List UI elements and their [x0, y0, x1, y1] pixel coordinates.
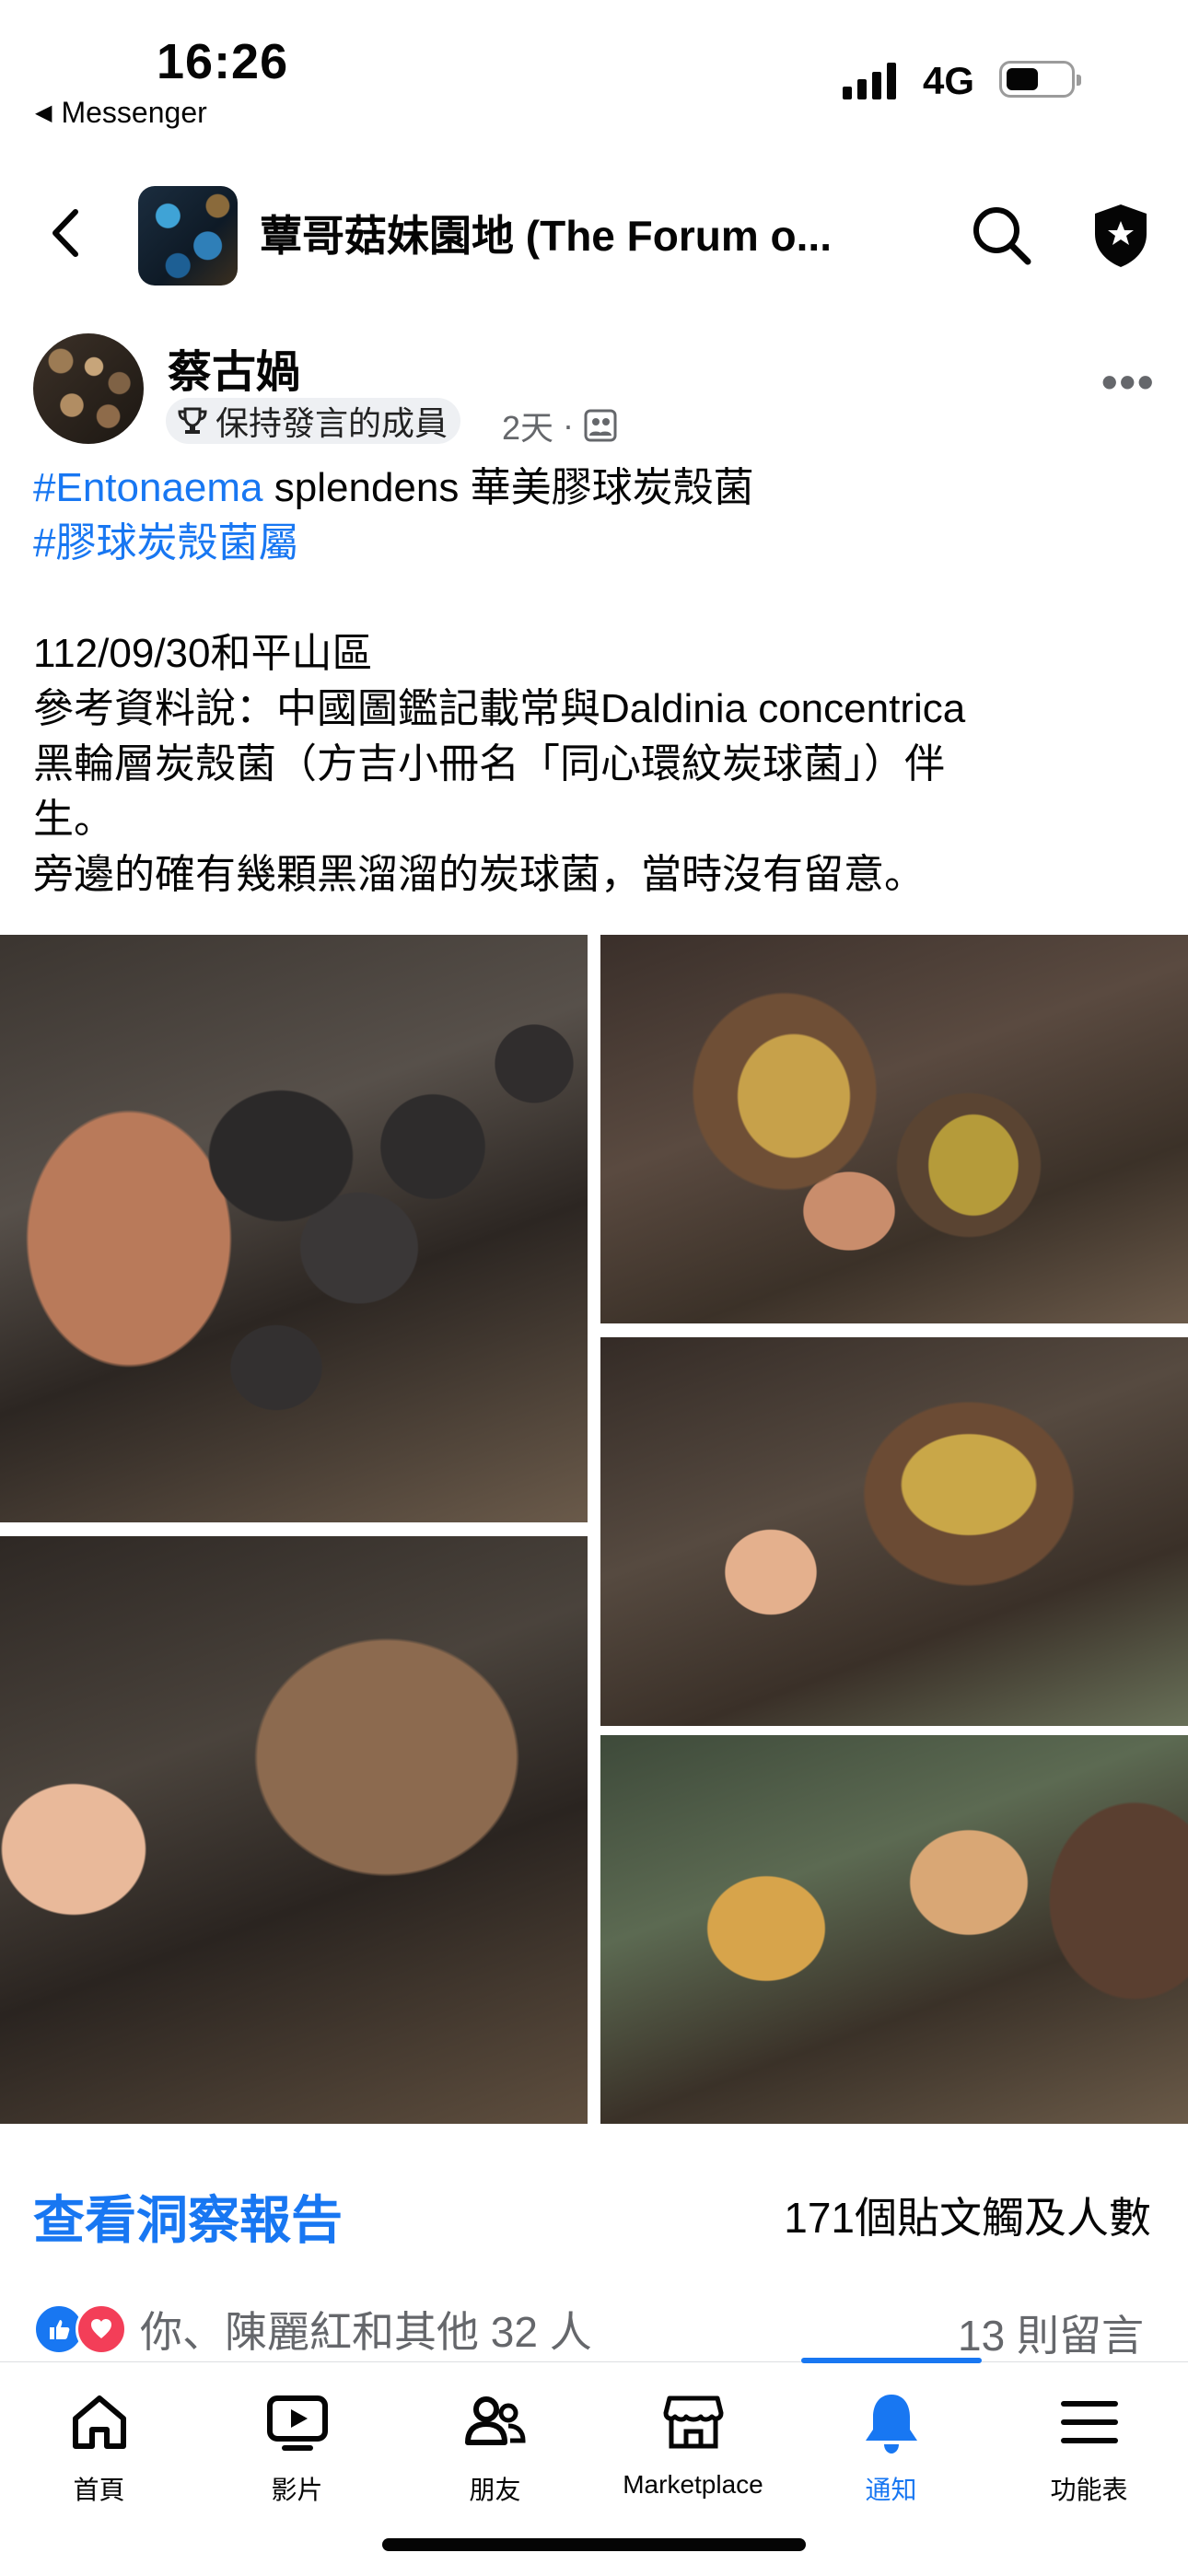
- more-options-button[interactable]: •••: [1101, 356, 1156, 409]
- post-photo[interactable]: [600, 1735, 1188, 2124]
- back-to-app-link[interactable]: ◀ Messenger: [35, 96, 207, 130]
- active-tab-indicator: [801, 2358, 982, 2363]
- member-badge[interactable]: 保持發言的成員: [166, 398, 461, 444]
- group-avatar[interactable]: [138, 186, 238, 286]
- post-line-reference-3: 生。: [33, 797, 114, 842]
- post-body: #Entonaema splendens 華美膠球炭殼菌 #膠球炭殼菌屬 112…: [33, 460, 1157, 903]
- friends-icon: [459, 2385, 532, 2459]
- search-button[interactable]: [967, 201, 1035, 269]
- reactions-summary[interactable]: 你、陳麗紅和其他 32 人: [33, 2299, 592, 2360]
- hashtag-link[interactable]: #膠球炭殼菌屬: [33, 520, 298, 565]
- post-meta: 2天 ·: [502, 402, 618, 449]
- tab-menu[interactable]: 功能表: [990, 2385, 1188, 2507]
- author-name[interactable]: 蔡古媧: [168, 335, 300, 400]
- tab-label: Marketplace: [623, 2470, 763, 2499]
- battery-icon: [999, 61, 1081, 98]
- group-title[interactable]: 蕈哥菇妹園地 (The Forum o...: [260, 203, 904, 263]
- tab-label: 通知: [865, 2476, 917, 2504]
- view-insights-link[interactable]: 查看洞察報告: [33, 2179, 343, 2254]
- shield-star-icon: [1095, 204, 1147, 267]
- post-line-note: 旁邊的確有幾顆黑溜溜的炭球菌，當時沒有留意。: [33, 852, 925, 897]
- badge-label: 保持發言的成員: [215, 404, 448, 442]
- home-icon: [63, 2385, 136, 2459]
- tab-home[interactable]: 首頁: [0, 2385, 198, 2507]
- tab-label: 首頁: [73, 2476, 125, 2504]
- menu-icon: [1053, 2385, 1126, 2459]
- back-triangle-icon: ◀: [35, 100, 52, 125]
- post-photo[interactable]: [0, 935, 588, 1522]
- post-reach-count: 171個貼文觸及人數: [784, 2194, 1151, 2242]
- post-photo[interactable]: [600, 1337, 1188, 1726]
- tab-label: 影片: [271, 2476, 323, 2504]
- post-photo[interactable]: [0, 1536, 588, 2124]
- status-time: 16:26: [157, 34, 289, 89]
- post-line-date: 112/09/30和平山區: [33, 631, 373, 676]
- post-line-reference-2: 黑輪層炭殼菌（方吉小冊名「同心環紋炭球菌」）伴: [33, 741, 945, 787]
- marketplace-icon: [657, 2385, 730, 2459]
- tab-label: 功能表: [1050, 2476, 1128, 2504]
- network-type: 4G: [923, 59, 975, 102]
- meta-dot: ·: [563, 406, 575, 444]
- home-indicator[interactable]: [382, 2538, 806, 2551]
- group-audience-icon: [584, 409, 617, 442]
- chevron-left-icon: [52, 209, 78, 257]
- hashtag-link[interactable]: #Entonaema: [33, 465, 263, 510]
- reactions-text: 你、陳麗紅和其他 32 人: [140, 2308, 592, 2356]
- species-name: splendens 華美膠球炭殼菌: [262, 465, 754, 510]
- author-avatar[interactable]: [33, 333, 144, 444]
- bell-icon: [855, 2385, 928, 2459]
- trophy-icon: [178, 407, 207, 434]
- tab-notifications[interactable]: 通知: [792, 2385, 990, 2507]
- love-reaction-icon: [76, 2303, 127, 2355]
- post-line-reference: 參考資料說：中國圖鑑記載常與Daldinia concentrica: [33, 686, 966, 731]
- search-icon: [973, 207, 1031, 265]
- tab-label: 朋友: [469, 2476, 521, 2504]
- signal-icon: [843, 63, 896, 99]
- back-button[interactable]: [44, 201, 90, 265]
- post-line-1: #Entonaema splendens 華美膠球炭殼菌: [33, 460, 1157, 516]
- tab-marketplace[interactable]: Marketplace: [594, 2385, 792, 2500]
- post-time[interactable]: 2天: [502, 402, 553, 449]
- video-icon: [261, 2385, 334, 2459]
- back-app-label: Messenger: [61, 96, 207, 129]
- tab-friends[interactable]: 朋友: [396, 2385, 594, 2507]
- tab-video[interactable]: 影片: [198, 2385, 396, 2507]
- admin-shield-button[interactable]: [1091, 201, 1150, 269]
- post-photo[interactable]: [600, 935, 1188, 1323]
- comments-count[interactable]: 13 則留言: [958, 2302, 1144, 2363]
